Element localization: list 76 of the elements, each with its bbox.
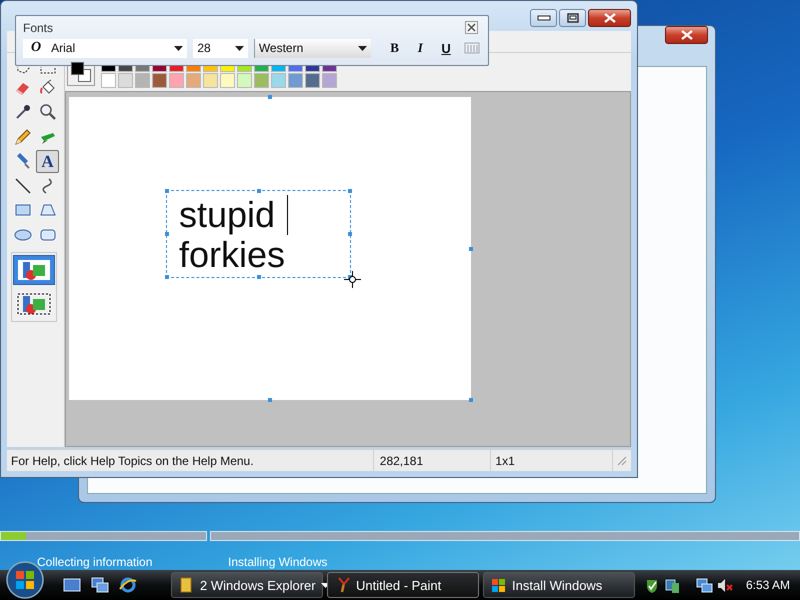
network-tray-icon[interactable] [664,576,681,594]
text-tool[interactable]: A [36,150,59,172]
vertical-text-icon [464,42,480,54]
minimize-button[interactable] [530,9,557,27]
font-size-dropdown[interactable]: 28 [193,38,248,58]
dropdown-arrow-icon [174,46,184,50]
color-swatch[interactable] [288,72,303,88]
magnifier-icon [38,102,58,122]
selection-handle[interactable] [165,189,169,193]
resize-handle[interactable] [469,398,473,402]
color-swatch[interactable] [186,72,201,88]
script-dropdown[interactable]: Western [254,38,371,58]
step-label: Collecting information [36,555,154,569]
color-swatch[interactable] [254,72,269,88]
selection-handle[interactable] [165,275,169,279]
color-swatch[interactable] [169,72,184,88]
resize-handle[interactable] [268,95,272,99]
muted-speaker-icon[interactable] [716,576,733,594]
cursor-position: 282,181 [374,450,492,471]
color-swatch[interactable] [135,72,150,88]
show-desktop-icon [63,576,81,594]
browser-icon [119,576,137,594]
dropdown-arrow-icon [358,46,367,50]
canvas-text: forkies [179,235,286,275]
resize-handle[interactable] [268,398,272,402]
status-text: For Help, click Help Topics on the Help Menu. [7,450,374,471]
selection-handle[interactable] [256,275,260,279]
color-swatch[interactable] [118,72,133,88]
color-swatch[interactable] [152,72,167,88]
color-swatch[interactable] [271,72,286,88]
line-icon [12,176,32,196]
maximize-button[interactable] [559,9,586,27]
underline-button[interactable]: U [436,38,456,58]
windows-flag-icon [490,576,507,594]
opaque-option[interactable] [13,254,55,284]
foreground-color[interactable] [71,62,84,75]
color-swatch[interactable] [203,72,218,88]
close-button[interactable] [665,26,708,44]
color-swatch[interactable] [220,72,235,88]
close-icon [467,23,476,32]
close-button[interactable] [588,9,631,27]
taskbar-button[interactable]: Install Windows [483,572,635,598]
taskbar-button[interactable]: Untitled - Paint [327,572,479,598]
selection-size: 1x1 [491,450,613,471]
resize-grip-icon [617,456,627,466]
close-icon [680,30,694,40]
minimize-icon [536,15,550,21]
crosshair-cursor-icon [344,271,361,288]
text-box[interactable]: stupid forkies [166,190,351,278]
pencil-icon [12,126,32,146]
step-label: Installing Windows [227,555,328,569]
maximize-icon [566,13,578,23]
close-icon [602,13,616,23]
selection-handle[interactable] [348,232,352,236]
dropdown-arrow-icon [234,46,244,50]
color-swatch[interactable] [305,72,320,88]
resize-handle[interactable] [469,246,473,250]
italic-button[interactable]: I [410,38,430,58]
font-dropdown[interactable]: O Arial [23,38,188,58]
bold-button[interactable]: B [384,38,404,58]
switch-windows-icon [91,576,109,594]
network-computers-icon[interactable] [696,576,713,594]
selection-handle[interactable] [348,189,352,193]
toolbar-title: Fonts [23,20,54,34]
select-icon [38,67,58,75]
text-caret [287,195,288,235]
opentype-font-icon: O [31,40,42,56]
color-swatch[interactable] [237,72,252,88]
selection-handle[interactable] [165,232,169,236]
clock[interactable]: 6:53 AM [746,578,790,592]
color-swatch[interactable] [322,72,337,88]
color-swatch[interactable] [101,72,116,88]
selection-handle[interactable] [256,189,260,193]
canvas-text: stupid [179,195,276,235]
shapes-icon [16,290,52,316]
close-button[interactable] [465,21,478,34]
